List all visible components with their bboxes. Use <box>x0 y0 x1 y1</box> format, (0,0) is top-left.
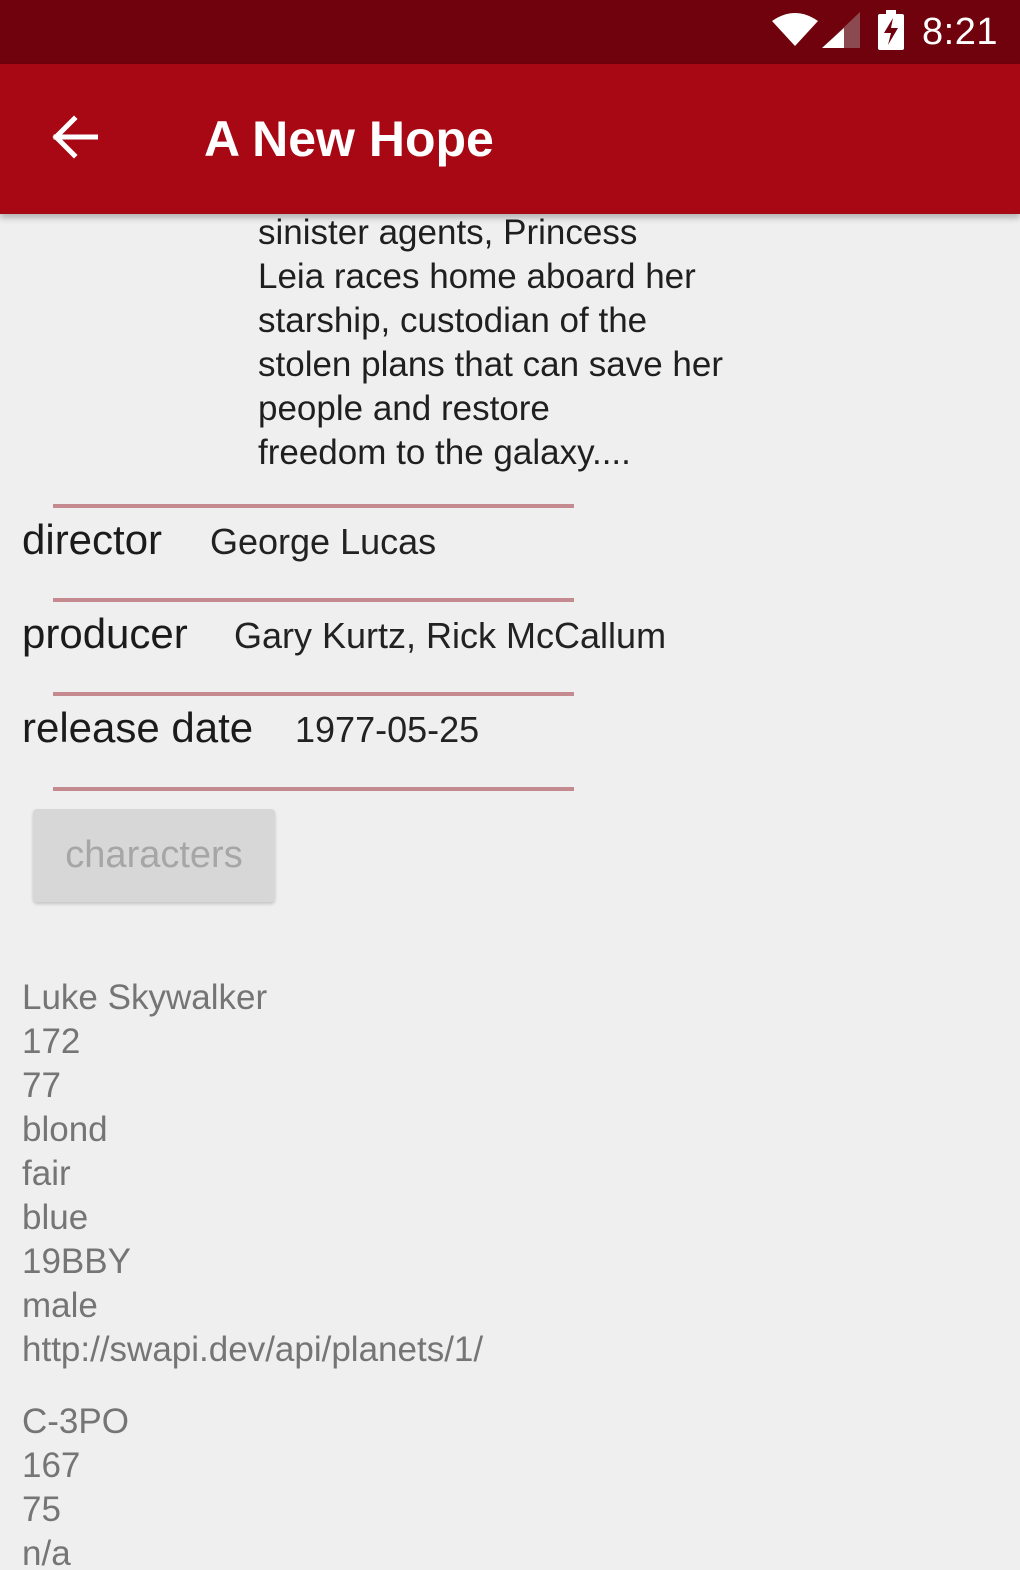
crawl-line: freedom to the galaxy.... <box>258 433 631 472</box>
character-mass: 77 <box>22 1066 61 1105</box>
divider <box>53 787 574 791</box>
crawl-line: Leia races home aboard her <box>258 257 696 296</box>
character-item: C-3PO 167 75 n/a <box>22 1400 483 1570</box>
divider <box>53 692 574 696</box>
character-eye-color: blue <box>22 1198 89 1237</box>
release-date-label: release date <box>22 704 254 751</box>
character-skin-color: fair <box>22 1154 71 1193</box>
character-birth-year: 19BBY <box>22 1242 131 1281</box>
character-name: Luke Skywalker <box>22 978 268 1017</box>
arrow-left-icon <box>52 114 99 164</box>
status-time: 8:21 <box>922 10 998 53</box>
character-height: 167 <box>22 1446 81 1485</box>
crawl-line: sinister agents, Princess <box>258 214 638 252</box>
divider <box>53 504 574 508</box>
director-label: director <box>22 516 163 563</box>
character-item: Luke Skywalker 172 77 blond fair blue 19… <box>22 976 483 1372</box>
crawl-line: starship, custodian of the <box>258 301 648 340</box>
app-bar: A New Hope <box>0 64 1020 214</box>
producer-value: Gary Kurtz, Rick McCallum <box>234 615 667 656</box>
characters-button[interactable]: characters <box>33 809 275 902</box>
character-height: 172 <box>22 1022 81 1061</box>
director-value: George Lucas <box>210 521 437 562</box>
character-list: Luke Skywalker 172 77 blond fair blue 19… <box>22 976 483 1570</box>
character-homeworld: http://swapi.dev/api/planets/1/ <box>22 1330 484 1369</box>
back-button[interactable] <box>36 100 114 178</box>
film-detail-content[interactable]: sinister agents, Princess Leia races hom… <box>0 214 1020 1570</box>
opening-crawl: sinister agents, Princess Leia races hom… <box>258 214 798 475</box>
character-mass: 75 <box>22 1490 61 1529</box>
battery-charging-icon <box>878 9 905 55</box>
wifi-icon <box>772 12 819 52</box>
character-hair-color: n/a <box>22 1534 71 1570</box>
release-date-value: 1977-05-25 <box>295 709 480 750</box>
status-bar: 8:21 <box>0 0 1020 64</box>
divider <box>53 598 574 602</box>
status-icons: 8:21 <box>772 0 998 64</box>
page-title: A New Hope <box>204 111 494 167</box>
crawl-line: people and restore <box>258 389 550 428</box>
character-hair-color: blond <box>22 1110 108 1149</box>
character-name: C-3PO <box>22 1402 129 1441</box>
crawl-line: stolen plans that can save her <box>258 345 724 384</box>
character-gender: male <box>22 1286 98 1325</box>
producer-label: producer <box>22 610 188 657</box>
cellular-signal-icon <box>822 11 861 53</box>
